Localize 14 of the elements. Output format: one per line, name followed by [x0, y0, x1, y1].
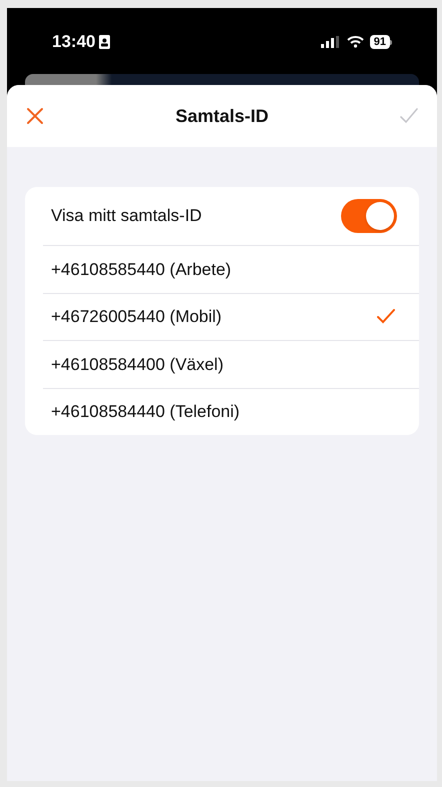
number-option[interactable]: +46108584440 (Telefoni): [43, 388, 419, 435]
caller-id-switch[interactable]: [341, 199, 397, 233]
status-time: 13:40: [52, 31, 96, 54]
number-option[interactable]: +46726005440 (Mobil): [43, 292, 419, 340]
sheet-title: Samtals-ID: [175, 104, 269, 128]
battery-level: 91: [370, 35, 390, 49]
wifi-icon: [346, 36, 364, 48]
number-option[interactable]: +46108585440 (Arbete): [43, 245, 419, 292]
signal-icon: [320, 36, 341, 48]
contact-card-icon: [99, 35, 110, 49]
toggle-label: Visa mitt samtals-ID: [51, 205, 202, 228]
close-button[interactable]: [25, 106, 45, 126]
confirm-button[interactable]: [398, 106, 419, 126]
number-option[interactable]: +46108584400 (Växel): [43, 340, 419, 388]
